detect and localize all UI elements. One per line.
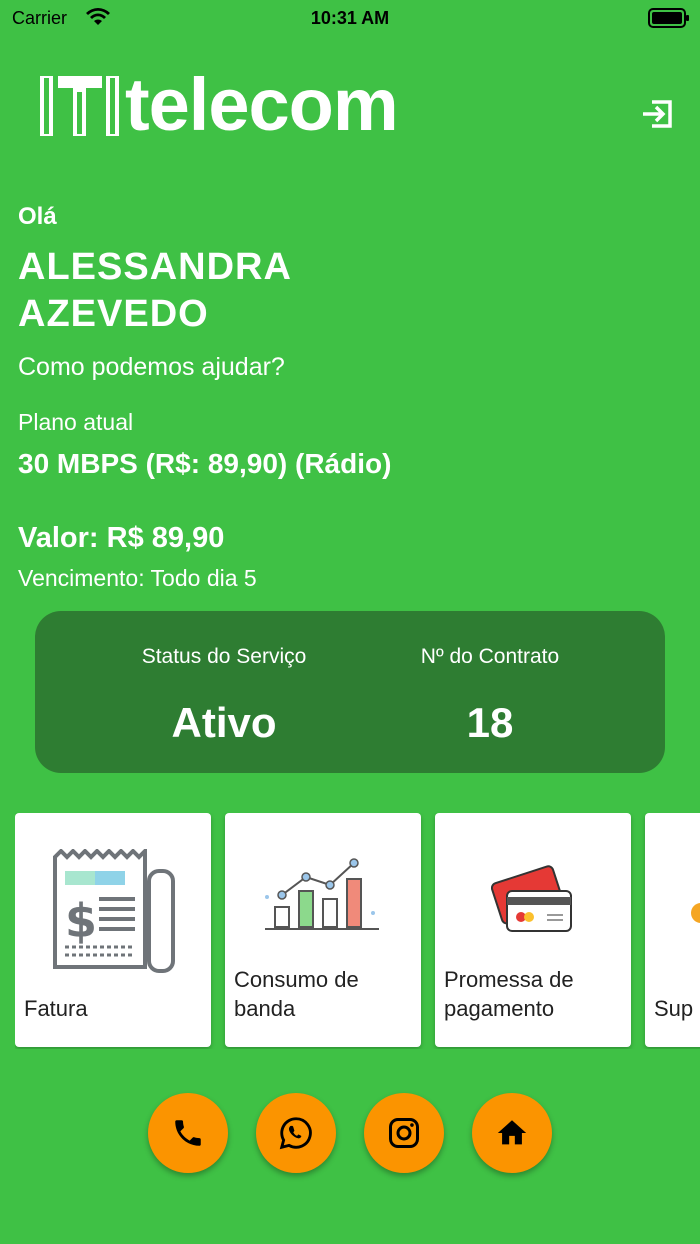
plan-name: 30 MBPS (R$: 89,90) (Rádio) [18, 448, 392, 479]
shortcut-carousel[interactable]: $ Fatura Consumo de banda Promessa de pa… [15, 813, 700, 1049]
shortcut-label: Consumo de banda [234, 967, 359, 1021]
instagram-button[interactable] [364, 1093, 444, 1173]
shortcut-label: Fatura [24, 996, 88, 1021]
invoice-icon: $ [49, 846, 179, 982]
plan-label: Plano atual [18, 409, 134, 435]
brand-name: telecom [125, 63, 399, 146]
greeting-hello: Olá [18, 203, 57, 230]
service-status-value: Ativo [171, 699, 277, 746]
bandwidth-chart-icon [263, 857, 387, 948]
home-icon [497, 1120, 527, 1145]
whatsapp-button[interactable] [256, 1093, 336, 1173]
whatsapp-icon [279, 1117, 312, 1150]
help-prompt: Como podemos ajudar? [18, 353, 285, 381]
shortcut-card-fatura[interactable]: $ Fatura [15, 813, 211, 1047]
shortcut-card-suporte[interactable]: Sup [645, 813, 700, 1047]
shortcut-card-promessa[interactable]: Promessa de pagamento [435, 813, 631, 1047]
shortcut-label: Sup [654, 996, 694, 1021]
clock: 10:31 AM [310, 8, 390, 28]
iti-logo-icon [40, 76, 119, 136]
contract-number-label: Nº do Contrato [420, 645, 560, 668]
logout-button[interactable] [638, 94, 678, 139]
support-icon [683, 883, 700, 938]
contact-buttons [0, 1093, 700, 1175]
logout-icon [643, 100, 672, 128]
plan-value: Valor: R$ 89,90 [18, 522, 225, 554]
payment-cards-icon [490, 859, 575, 940]
shortcut-label: Promessa de pagamento [444, 967, 574, 1021]
brand-logo [40, 70, 120, 142]
phone-icon [175, 1120, 201, 1146]
battery-icon [648, 8, 690, 33]
service-status-label: Status do Serviço [141, 645, 307, 668]
phone-button[interactable] [148, 1093, 228, 1173]
svg-text:$: $ [65, 894, 97, 948]
service-status-card: Status do Serviço Ativo Nº do Contrato 1… [35, 611, 665, 773]
customer-name: ALESSANDRA AZEVEDO [18, 246, 291, 335]
instagram-icon [389, 1118, 419, 1148]
home-button[interactable] [472, 1093, 552, 1173]
shortcut-card-consumo[interactable]: Consumo de banda [225, 813, 421, 1047]
contract-number-value: 18 [466, 699, 514, 746]
plan-due-date: Vencimento: Todo dia 5 [18, 565, 257, 591]
status-bar: Carrier 10:31 AM [0, 0, 700, 36]
